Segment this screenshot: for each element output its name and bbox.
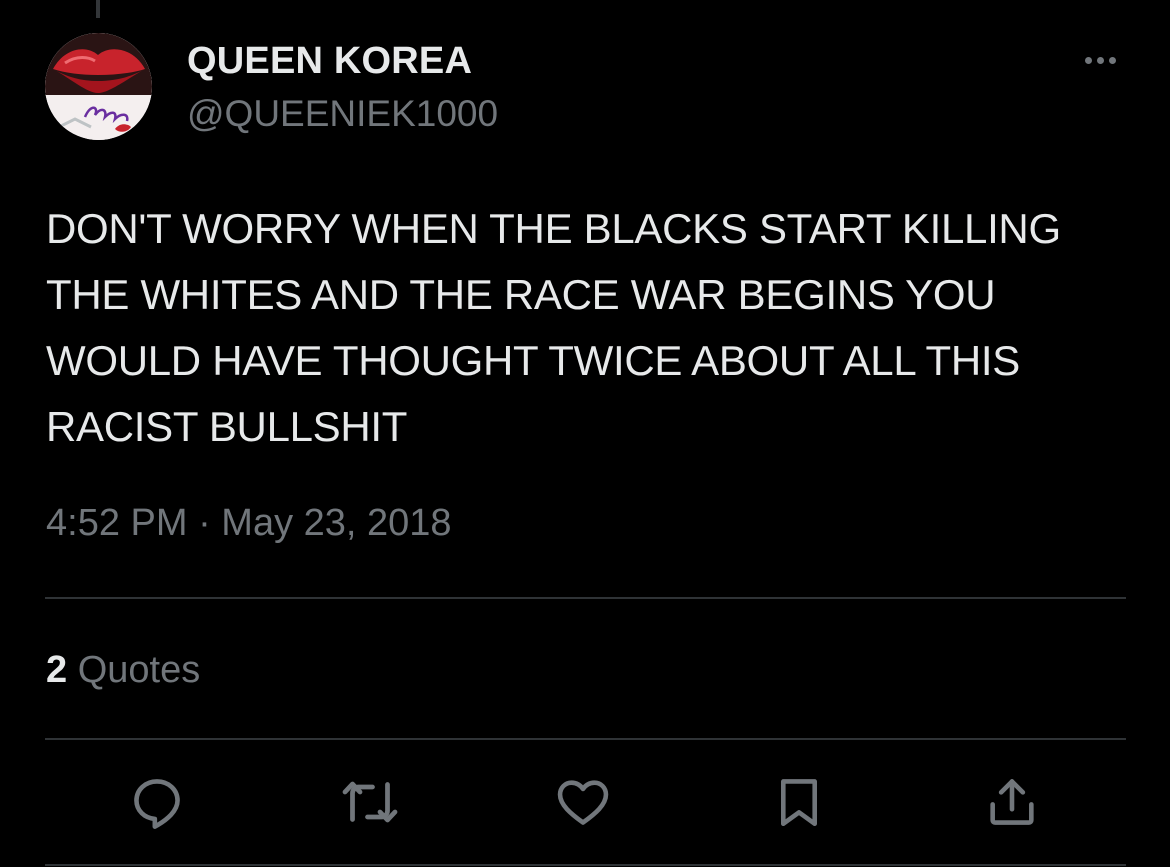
- like-button[interactable]: [551, 770, 615, 834]
- retweet-button[interactable]: [338, 770, 402, 834]
- bookmark-icon: [780, 779, 818, 827]
- divider: [45, 597, 1126, 599]
- reply-button[interactable]: [125, 770, 189, 834]
- tweet-timestamp[interactable]: 4:52 PM · May 23, 2018: [46, 502, 452, 545]
- more-dot-icon: [1096, 56, 1104, 64]
- share-button[interactable]: [980, 770, 1044, 834]
- user-handle[interactable]: @QUEENIEK1000: [187, 93, 498, 135]
- thread-connector-line: [96, 0, 100, 18]
- more-dot-icon: [1108, 56, 1116, 64]
- tweet-text: DON'T WORRY WHEN THE BLACKS START KILLIN…: [46, 205, 1061, 450]
- more-dot-icon: [1084, 56, 1092, 64]
- share-icon: [990, 779, 1034, 825]
- retweet-icon: [342, 781, 398, 823]
- quotes-label: Quotes: [77, 649, 201, 691]
- tweet-detail: QUEEN KOREA @QUEENIEK1000 DON'T WORRY WH…: [0, 0, 1170, 867]
- bookmark-button[interactable]: [767, 770, 831, 834]
- avatar[interactable]: [45, 33, 152, 140]
- avatar-lips-image: [45, 33, 152, 140]
- more-options-button[interactable]: [1074, 46, 1126, 74]
- heart-icon: [557, 780, 609, 825]
- divider: [45, 738, 1126, 740]
- quotes-count: 2: [46, 649, 68, 691]
- display-name[interactable]: QUEEN KOREA: [187, 40, 472, 83]
- reply-icon: [134, 779, 180, 829]
- quotes-stat[interactable]: 2 Quotes: [46, 649, 200, 692]
- divider: [45, 864, 1126, 866]
